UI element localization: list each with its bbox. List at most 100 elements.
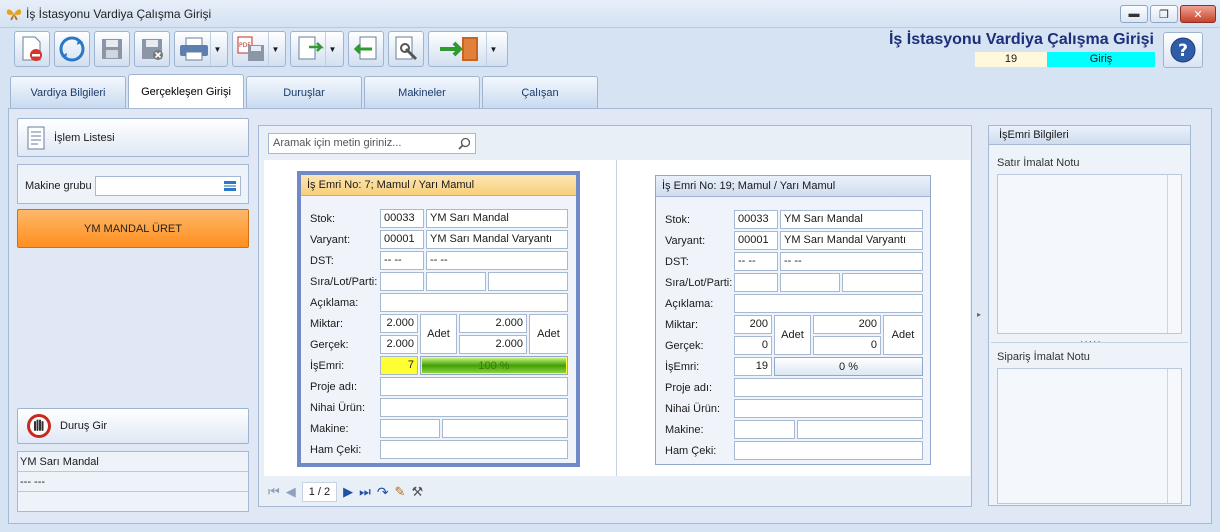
print-button[interactable]: ▼: [174, 31, 228, 67]
isemri-info-title: İşEmri Bilgileri: [988, 125, 1191, 145]
refresh-button[interactable]: [54, 31, 90, 67]
aciklama-field[interactable]: [380, 293, 568, 312]
gercek-field-2[interactable]: 0: [813, 336, 881, 355]
tab-gerceklesen-girisi[interactable]: Gerçekleşen Girişi: [128, 74, 244, 108]
makine-field-2[interactable]: [442, 419, 568, 438]
status-badge: Giriş: [1047, 52, 1155, 67]
stok-code[interactable]: 00033: [734, 210, 778, 229]
maximize-button[interactable]: ❐: [1150, 5, 1178, 23]
miktar-field-2[interactable]: 2.000: [459, 314, 527, 333]
isemri-field[interactable]: 19: [734, 357, 772, 376]
satir-notu-textarea[interactable]: [997, 174, 1182, 334]
dst-field-1[interactable]: -- --: [380, 251, 424, 270]
next-page-icon[interactable]: ▶: [343, 484, 353, 500]
siparis-notu-textarea[interactable]: [997, 368, 1182, 504]
isemri-field[interactable]: 7: [380, 356, 418, 375]
minimize-button[interactable]: ▬: [1120, 5, 1148, 23]
lot-field[interactable]: [426, 272, 486, 291]
stok-name[interactable]: YM Sarı Mandal: [780, 210, 923, 229]
stok-name[interactable]: YM Sarı Mandal: [426, 209, 568, 228]
varyant-name[interactable]: YM Sarı Mandal Varyantı: [426, 230, 568, 249]
new-delete-button[interactable]: [14, 31, 50, 67]
export-pdf-button[interactable]: PDF ▼: [232, 31, 286, 67]
info-variant: --- ---: [18, 472, 248, 492]
edit-icon[interactable]: ✎: [395, 484, 406, 500]
parti-field[interactable]: [488, 272, 568, 291]
sira-field[interactable]: [380, 272, 424, 291]
tab-makineler[interactable]: Makineler: [364, 76, 480, 108]
islem-listesi-button[interactable]: İşlem Listesi: [17, 118, 249, 157]
chevron-down-icon[interactable]: ▼: [210, 32, 224, 66]
durus-gir-button[interactable]: Duruş Gir: [17, 408, 249, 444]
miktar-field-1[interactable]: 200: [734, 315, 772, 334]
document-settings-button[interactable]: [388, 31, 424, 67]
parti-field[interactable]: [842, 273, 923, 292]
progress-bar: 100 %: [420, 356, 568, 375]
miktar-unit-1[interactable]: Adet: [774, 315, 811, 355]
exit-button[interactable]: ▼: [428, 31, 508, 67]
makine-field-2[interactable]: [797, 420, 923, 439]
search-input[interactable]: Aramak için metin giriniz...: [268, 133, 476, 154]
panel-splitter[interactable]: ▸: [975, 125, 985, 507]
search-icon: [458, 137, 471, 150]
close-button[interactable]: ✕: [1180, 5, 1216, 23]
gercek-field-1[interactable]: 2.000: [380, 335, 418, 354]
miktar-unit-1[interactable]: Adet: [420, 314, 457, 354]
tools-icon[interactable]: ⚒: [411, 484, 423, 500]
miktar-unit-2[interactable]: Adet: [529, 314, 568, 354]
varyant-code[interactable]: 00001: [734, 231, 778, 250]
work-order-card[interactable]: İş Emri No: 7; Mamul / Yarı Mamul Stok: …: [297, 171, 580, 467]
scrollbar[interactable]: [1167, 369, 1181, 503]
dst-field-1[interactable]: -- --: [734, 252, 778, 271]
help-button[interactable]: ?: [1163, 32, 1203, 68]
export-button[interactable]: ▼: [290, 31, 344, 67]
chevron-down-icon[interactable]: ▼: [325, 32, 339, 66]
scrollbar[interactable]: [1167, 175, 1181, 333]
proje-field[interactable]: [734, 378, 923, 397]
work-order-card[interactable]: İş Emri No: 19; Mamul / Yarı Mamul Stok:…: [655, 175, 931, 465]
save-close-button[interactable]: [134, 31, 170, 67]
last-page-icon[interactable]: ⏭: [359, 484, 371, 500]
gercek-field-1[interactable]: 0: [734, 336, 772, 355]
machine-ym-mandal-uret-button[interactable]: YM MANDAL ÜRET: [17, 209, 249, 248]
dst-field-2[interactable]: -- --: [426, 251, 568, 270]
svg-text:?: ?: [1178, 41, 1188, 61]
miktar-field-2[interactable]: 200: [813, 315, 881, 334]
ham-ceki-field[interactable]: [380, 440, 568, 459]
tab-calisan[interactable]: Çalışan: [482, 76, 598, 108]
tab-vardiya-bilgileri[interactable]: Vardiya Bilgileri: [10, 76, 126, 108]
sira-field[interactable]: [734, 273, 778, 292]
nihai-urun-field[interactable]: [380, 398, 568, 417]
save-icon: [102, 39, 122, 59]
save-button[interactable]: [94, 31, 130, 67]
stok-code[interactable]: 00033: [380, 209, 424, 228]
aciklama-field[interactable]: [734, 294, 923, 313]
miktar-field-1[interactable]: 2.000: [380, 314, 418, 333]
first-page-icon[interactable]: ⏮: [268, 484, 280, 500]
varyant-code[interactable]: 00001: [380, 230, 424, 249]
chevron-down-icon[interactable]: ▼: [268, 32, 282, 66]
makine-grubu-input[interactable]: [95, 176, 241, 196]
tab-duruslar[interactable]: Duruşlar: [246, 76, 362, 108]
miktar-unit-2[interactable]: Adet: [883, 315, 923, 355]
ham-ceki-field[interactable]: [734, 441, 923, 460]
header-title: İş İstasyonu Vardiya Çalışma Girişi: [888, 31, 1154, 48]
dst-field-2[interactable]: -- --: [780, 252, 923, 271]
chevron-down-icon[interactable]: ▼: [486, 32, 500, 66]
lot-field[interactable]: [780, 273, 840, 292]
proje-field[interactable]: [380, 377, 568, 396]
filter-icon[interactable]: [223, 180, 237, 192]
exit-door-icon: [440, 37, 478, 61]
minimize-icon: ▬: [1128, 8, 1140, 20]
prev-page-icon[interactable]: ◀: [286, 484, 296, 500]
progress-bar: 0 %: [774, 357, 923, 376]
import-button[interactable]: [348, 31, 384, 67]
refresh-icon: [59, 36, 85, 62]
makine-field-1[interactable]: [734, 420, 795, 439]
redo-icon[interactable]: ↷: [377, 484, 389, 501]
makine-field-1[interactable]: [380, 419, 440, 438]
varyant-name[interactable]: YM Sarı Mandal Varyantı: [780, 231, 923, 250]
nihai-urun-field[interactable]: [734, 399, 923, 418]
chevron-right-icon[interactable]: ▸: [977, 310, 981, 319]
gercek-field-2[interactable]: 2.000: [459, 335, 527, 354]
